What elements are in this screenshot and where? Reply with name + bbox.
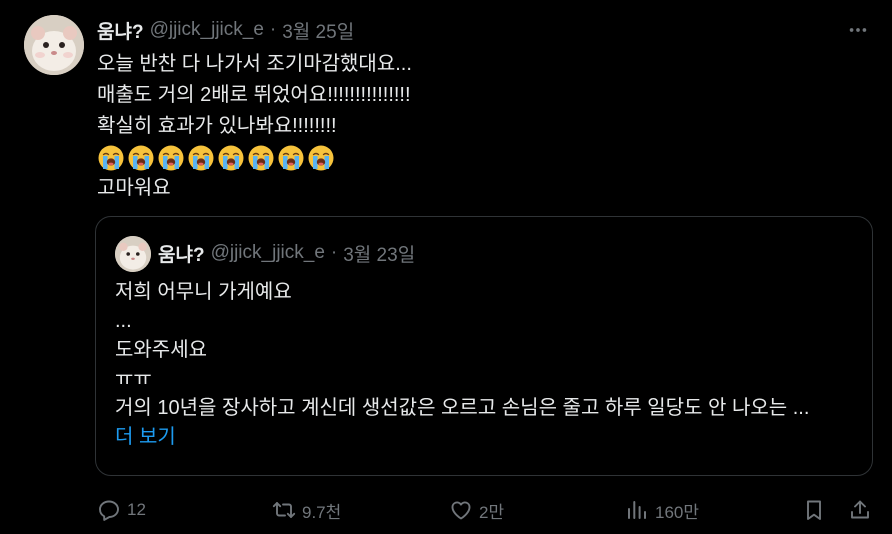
loudly-crying-face-icon — [158, 145, 184, 170]
tweet-actions: 12 9.7천 2만 160만 — [97, 494, 872, 526]
quoted-line: ... — [115, 310, 132, 332]
quoted-line: ㅠㅠ — [115, 368, 152, 390]
share-button[interactable] — [848, 494, 872, 526]
quoted-tweet-date: 3월 23일 — [343, 244, 416, 266]
retweet-icon — [272, 502, 296, 518]
view-count: 160만 — [655, 502, 700, 522]
quoted-author-name: 움냐? — [158, 244, 205, 266]
loudly-crying-face-icon — [308, 145, 334, 170]
like-count: 2만 — [479, 502, 505, 522]
views-icon — [628, 501, 646, 519]
bookmark-button[interactable] — [802, 494, 826, 526]
quoted-tweet[interactable]: 움냐? @jjick_jjick_e · 3월 23일 저희 어무니 가게예요 … — [95, 216, 873, 476]
quoted-line: 저희 어무니 가게예요 — [115, 281, 292, 303]
reply-button[interactable]: 12 — [97, 494, 146, 526]
more-icon — [849, 28, 867, 32]
bookmark-icon — [807, 500, 821, 520]
author-handle[interactable]: @jjick_jjick_e — [150, 19, 264, 41]
loudly-crying-face-icon — [278, 145, 304, 170]
tweet-text: 오늘 반찬 다 나가서 조기마감했대요... 매출도 거의 2배로 뛰었어요!!… — [97, 49, 857, 204]
loudly-crying-face-icon — [188, 145, 214, 170]
author-avatar[interactable] — [24, 15, 84, 75]
show-more-link[interactable]: 더 보기 — [115, 423, 855, 452]
retweet-button[interactable]: 9.7천 — [272, 494, 341, 526]
author-name[interactable]: 움냐? — [97, 17, 144, 44]
like-icon — [451, 501, 471, 520]
quoted-author-handle: @jjick_jjick_e — [210, 242, 325, 263]
emoji-row — [97, 142, 857, 173]
loudly-crying-face-icon — [248, 145, 274, 170]
like-button[interactable]: 2만 — [449, 494, 504, 526]
quoted-line: 거의 10년을 장사하고 계신데 생선값은 오르고 손님은 줄고 하루 일당도 … — [115, 397, 810, 419]
reply-count: 12 — [127, 500, 146, 519]
retweet-count: 9.7천 — [302, 502, 342, 522]
share-icon — [851, 500, 869, 519]
tweet-line: 오늘 반찬 다 나가서 조기마감했대요... — [97, 53, 412, 75]
tweet-date[interactable]: 3월 25일 — [282, 17, 354, 44]
tweet-line: 고마워요 — [97, 177, 171, 199]
hamster-avatar-image — [24, 15, 84, 75]
quoted-author-avatar[interactable] — [115, 236, 151, 272]
tweet-header: 움냐? @jjick_jjick_e · 3월 25일 — [97, 16, 354, 44]
quoted-tweet-header: 움냐? @jjick_jjick_e · 3월 23일 — [158, 239, 415, 267]
loudly-crying-face-icon — [98, 145, 124, 170]
separator-dot: · — [330, 242, 338, 263]
loudly-crying-face-icon — [218, 145, 244, 170]
quoted-tweet-text: 저희 어무니 가게예요 ... 도와주세요 ㅠㅠ 거의 10년을 장사하고 계신… — [115, 278, 855, 452]
tweet-line: 확실히 효과가 있나봐요!!!!!!!! — [97, 115, 337, 137]
more-button[interactable] — [846, 18, 870, 42]
reply-icon — [99, 500, 119, 521]
hamster-avatar-image — [115, 236, 151, 272]
tweet-line: 매출도 거의 2배로 뛰었어요!!!!!!!!!!!!!!! — [97, 84, 411, 106]
separator-dot: · — [269, 19, 277, 40]
views-button[interactable]: 160만 — [625, 494, 699, 526]
loudly-crying-face-icon — [128, 145, 154, 170]
quoted-line: 도와주세요 — [115, 339, 207, 361]
